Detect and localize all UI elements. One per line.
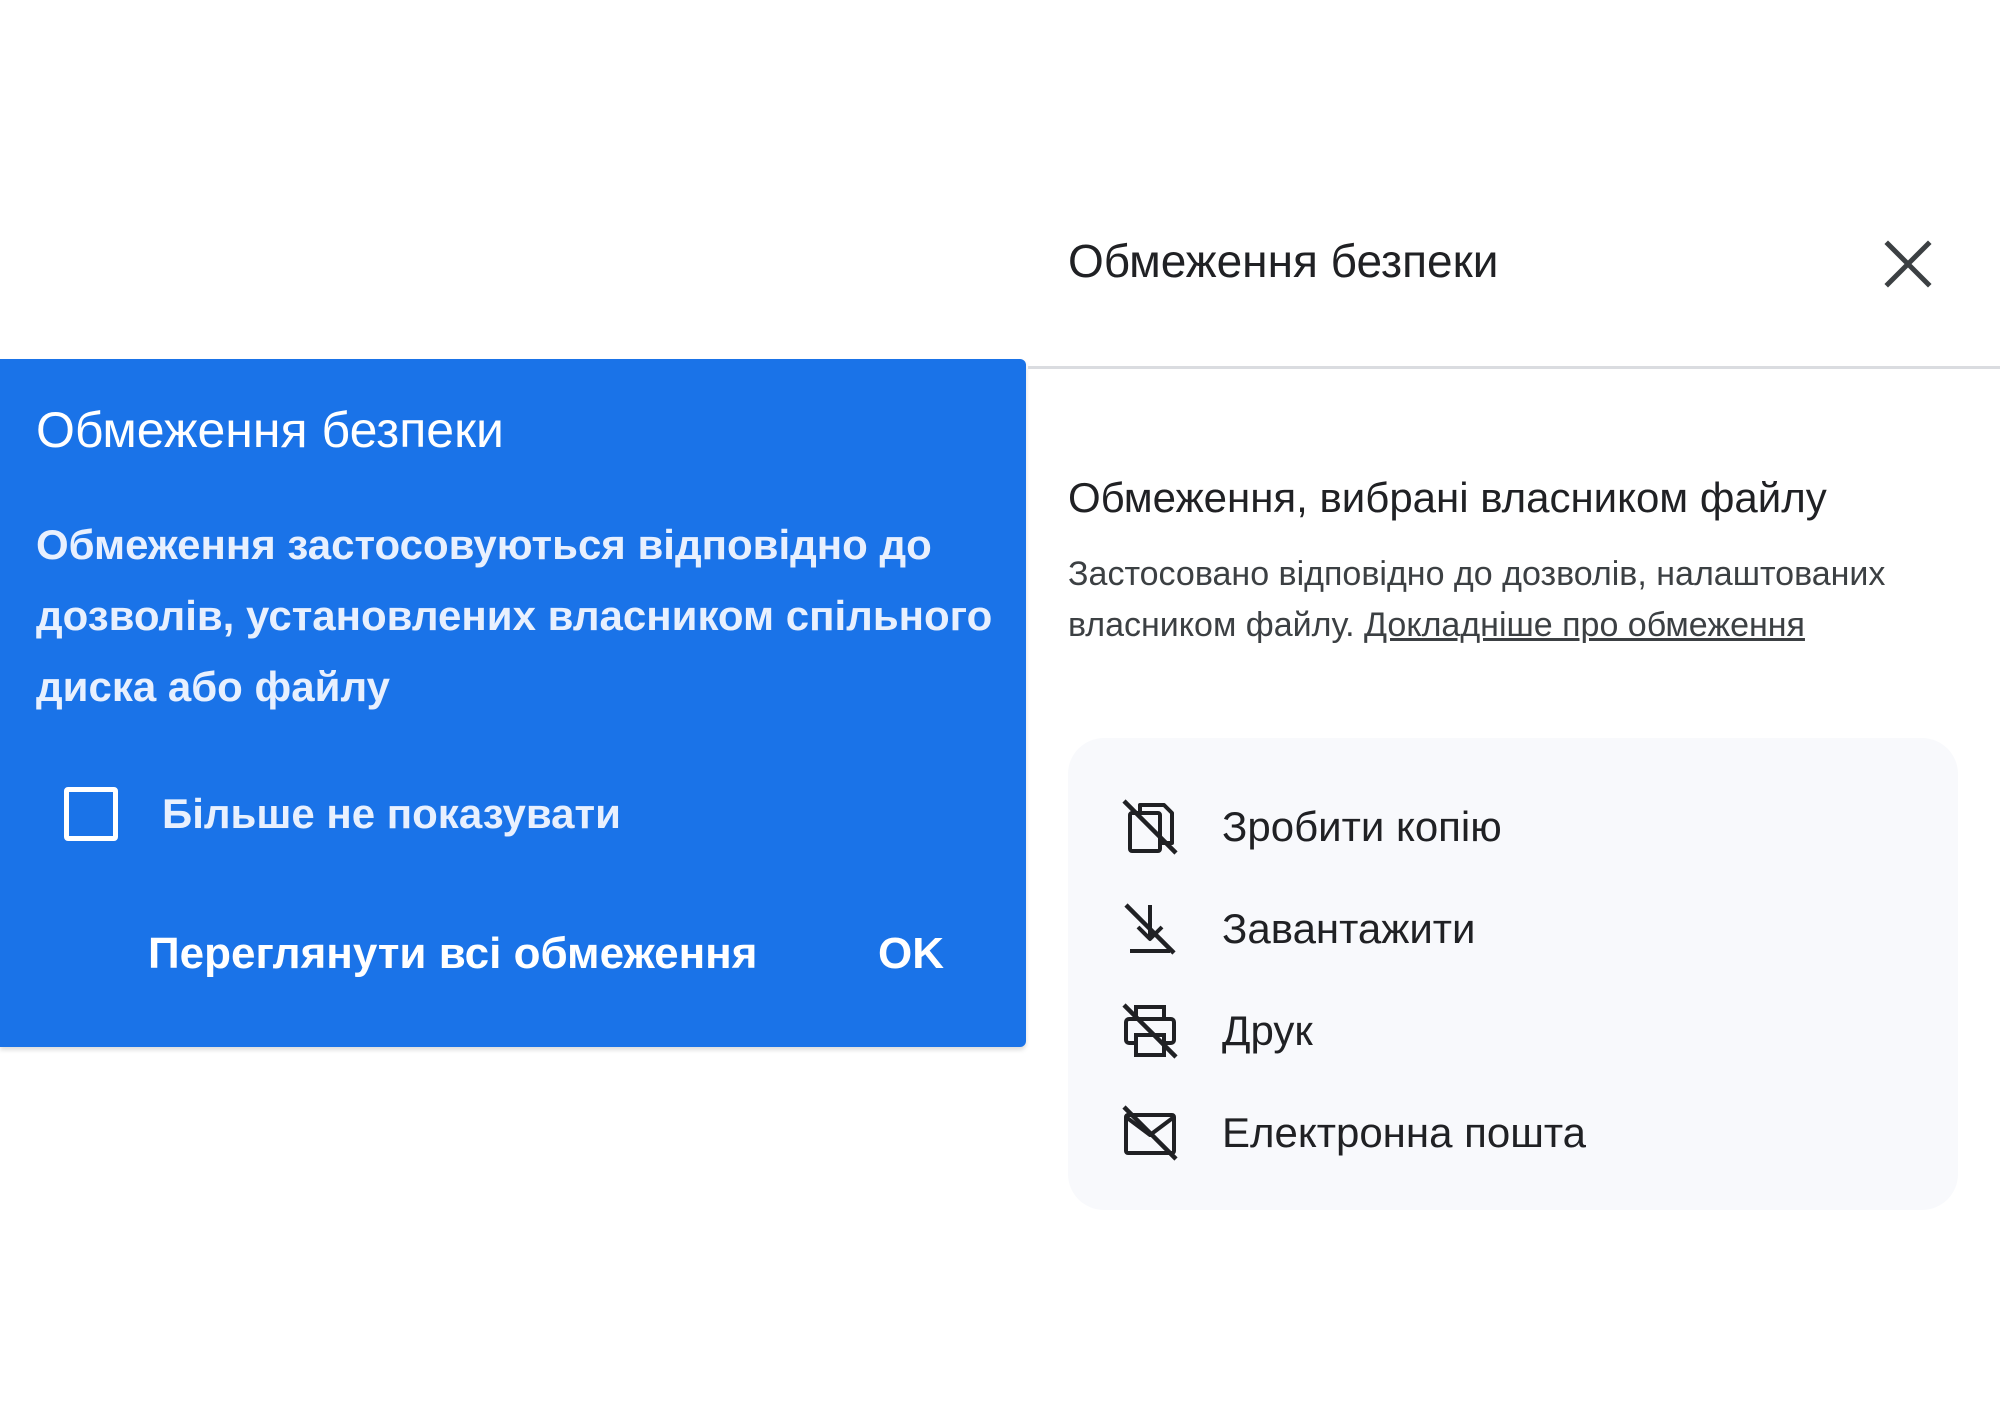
- no-email-icon: [1122, 1105, 1178, 1161]
- close-icon: [1884, 240, 1932, 288]
- no-print-icon: [1122, 1003, 1178, 1059]
- restriction-item-print: Друк: [1120, 996, 1313, 1066]
- view-all-restrictions-button[interactable]: Переглянути всі обмеження: [148, 919, 757, 989]
- restriction-label: Електронна пошта: [1222, 1109, 1587, 1156]
- restrictions-subheading: Обмеження, вибрані власником файлу: [1068, 474, 1827, 521]
- popup-body-text: Обмеження застосовуються відповідно до д…: [36, 521, 993, 710]
- restriction-label: Друк: [1222, 1007, 1313, 1054]
- close-button[interactable]: [1880, 236, 1936, 292]
- panel-title: Обмеження безпеки: [1068, 235, 1499, 287]
- no-download-icon: [1124, 903, 1176, 955]
- restriction-item-copy: Зробити копію: [1120, 792, 1502, 862]
- restriction-label: Зробити копію: [1222, 803, 1502, 850]
- screen: Обмеження безпеки Обмеження застосовують…: [0, 0, 2000, 1414]
- restriction-item-download: Завантажити: [1120, 894, 1476, 964]
- security-restrictions-popup: Обмеження безпеки Обмеження застосовують…: [0, 359, 1026, 1047]
- restrictions-description: Застосовано відповідно до дозволів, нала…: [1068, 549, 1948, 651]
- no-copy-icon: [1122, 799, 1178, 855]
- dont-show-again-row[interactable]: Більше не показувати: [64, 781, 621, 847]
- panel-divider: [1028, 366, 2000, 369]
- restrictions-list: Зробити копію Завантажити Друк Електронн…: [1068, 738, 1958, 1210]
- restriction-label: Завантажити: [1222, 905, 1476, 952]
- dont-show-again-label[interactable]: Більше не показувати: [162, 790, 621, 838]
- popup-title: Обмеження безпеки: [36, 402, 504, 458]
- learn-more-link[interactable]: Докладніше про обмеження: [1364, 606, 1805, 644]
- dont-show-again-checkbox[interactable]: [64, 787, 118, 841]
- ok-button[interactable]: OK: [878, 919, 944, 989]
- restriction-item-email: Електронна пошта: [1120, 1098, 1586, 1168]
